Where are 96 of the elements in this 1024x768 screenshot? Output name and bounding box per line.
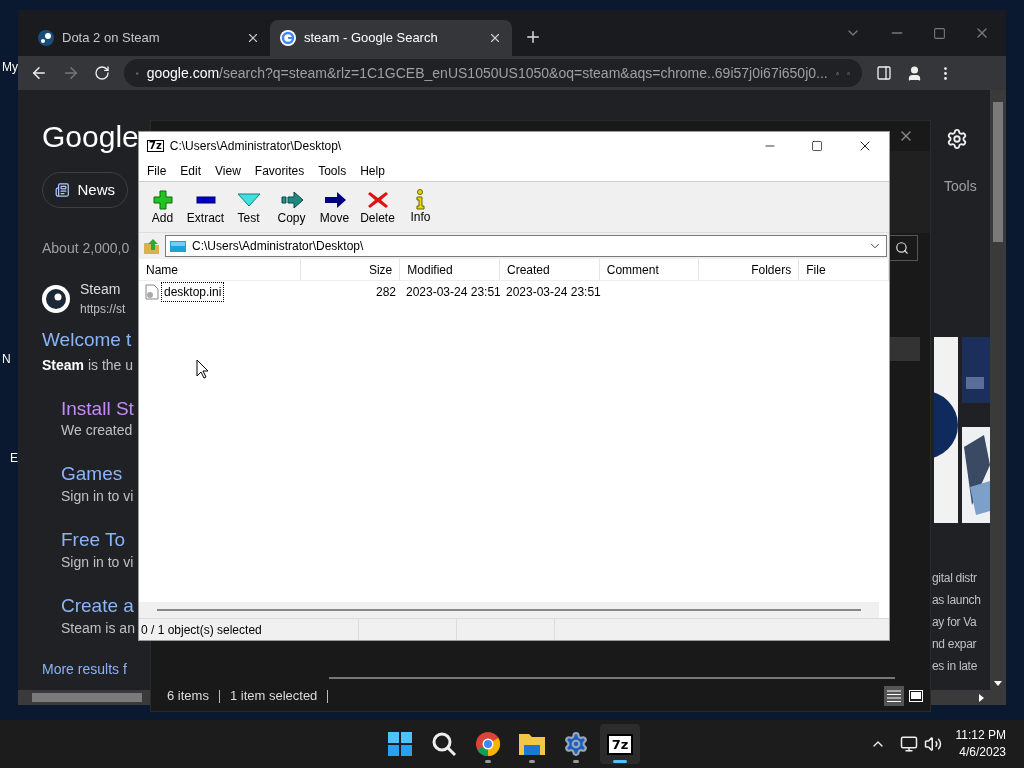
column-header[interactable]: Folders xyxy=(699,259,800,280)
toolbar-button[interactable]: Move xyxy=(315,188,354,226)
menu-item[interactable]: View xyxy=(209,161,247,180)
app-icon: 7z xyxy=(147,140,164,152)
table-cell-text: 2023-03-24 23:51 xyxy=(405,284,501,301)
tab-title: steam - Google Search xyxy=(304,29,439,48)
side-panel-icon[interactable] xyxy=(876,65,892,81)
close-icon[interactable] xyxy=(246,31,260,45)
profile-icon[interactable] xyxy=(906,64,923,82)
toolbar-button[interactable]: Extract xyxy=(186,188,225,226)
window-title: C:\Users\Administrator\Desktop\ xyxy=(169,138,342,155)
gear-icon[interactable] xyxy=(563,731,589,757)
column-header[interactable]: File xyxy=(799,259,889,280)
sitelink-description: Sign in to vi xyxy=(61,552,134,572)
column-header[interactable]: Comment xyxy=(599,259,700,280)
column-header[interactable]: Modified xyxy=(400,259,500,280)
folder-up-icon[interactable] xyxy=(143,237,161,255)
file-name[interactable]: desktop.ini xyxy=(161,282,225,302)
toolbar-button[interactable]: Test xyxy=(229,188,268,226)
drive-icon xyxy=(170,239,186,253)
browser-icon[interactable] xyxy=(475,731,501,757)
menu-item[interactable]: Tools xyxy=(312,161,353,180)
network-icon[interactable] xyxy=(899,735,918,753)
details-view-button[interactable] xyxy=(884,686,904,706)
file-icon xyxy=(145,284,159,300)
menu-item[interactable]: File xyxy=(141,161,173,180)
cursor-icon xyxy=(196,359,209,379)
scroll-right-arrow-icon[interactable] xyxy=(979,693,984,702)
browser-tab[interactable]: steam - Google Search xyxy=(270,20,512,56)
taskbar-item[interactable]: 7z xyxy=(600,724,640,764)
sitelink-description: Sign in to vi xyxy=(61,487,134,506)
desktop-icon-label: E xyxy=(10,450,18,467)
toolbar-button[interactable]: Add xyxy=(143,188,182,226)
result-snippet: Steam is the u xyxy=(42,355,134,375)
arrow-icon xyxy=(278,188,305,211)
forward-icon[interactable] xyxy=(62,64,80,82)
archive-app-icon[interactable]: 7z xyxy=(606,733,634,755)
back-icon[interactable] xyxy=(30,64,48,82)
column-header[interactable]: Created xyxy=(500,259,600,280)
windows-icon[interactable] xyxy=(387,731,413,757)
toolbar-button[interactable]: Copy xyxy=(272,188,311,226)
result-count: About 2,000,0 xyxy=(42,239,130,258)
horizontal-scrollbar[interactable] xyxy=(139,602,879,618)
maximize-icon[interactable] xyxy=(811,140,823,152)
menu-item[interactable]: Help xyxy=(354,161,391,180)
address-bar[interactable]: google.com/search?q=steam&rlz=1C1GCEB_enUS1050US1050&oq=steam&aqs=chrome..69i57j0i67i650j0... xyxy=(124,59,862,87)
sitelink-title[interactable]: Games xyxy=(61,462,123,486)
steam-icon xyxy=(42,284,70,313)
status-text: 1 item selected xyxy=(229,687,318,706)
column-header[interactable]: Size xyxy=(300,259,401,280)
description-text: as launch xyxy=(932,592,982,609)
result-title[interactable]: Welcome t xyxy=(42,326,132,355)
sitelink-title[interactable]: Free To xyxy=(61,528,126,552)
sitelink-title[interactable]: Install St xyxy=(61,396,134,421)
menu-item[interactable]: Edit xyxy=(174,161,208,180)
info-icon xyxy=(416,189,425,210)
table-cell-text: 2023-03-24 23:51 xyxy=(505,284,601,301)
folder-icon[interactable] xyxy=(518,731,546,757)
description-text: ay for Va xyxy=(932,614,978,631)
tools-button[interactable]: Tools xyxy=(944,176,990,197)
sitelink-description: Steam is an xyxy=(61,618,135,638)
description-text: es in late xyxy=(932,658,979,675)
more-results-link[interactable]: More results f xyxy=(42,658,127,680)
description-text: nd expar xyxy=(932,636,978,653)
close-icon[interactable] xyxy=(488,31,502,45)
toolbar-button[interactable]: Info xyxy=(401,189,440,225)
description-text: gital distr xyxy=(932,570,978,587)
desktop-icon-label: My xyxy=(2,59,18,76)
newspaper-icon xyxy=(55,182,70,198)
settings-icon[interactable] xyxy=(946,128,968,150)
status-text: 0 / 1 object(s) selected xyxy=(139,619,359,640)
menu-item[interactable]: Favorites xyxy=(248,161,311,180)
search-icon[interactable] xyxy=(431,731,457,757)
clock-date[interactable]: 4/6/2023 xyxy=(959,744,1006,761)
volume-icon[interactable] xyxy=(923,735,942,753)
google-logo: Google xyxy=(42,122,139,152)
column-header[interactable]: Name xyxy=(139,259,301,280)
new-tab-icon[interactable] xyxy=(524,28,542,46)
table-cell-text: 282 xyxy=(374,284,397,301)
tab-title: Dota 2 on Steam xyxy=(62,29,161,48)
result-site: Steam xyxy=(80,280,122,299)
path-field[interactable]: C:\Users\Administrator\Desktop\ xyxy=(165,235,887,257)
result-url: https://st xyxy=(80,301,126,318)
google-icon xyxy=(280,30,296,46)
vertical-scrollbar[interactable] xyxy=(990,90,1006,690)
clock-time[interactable]: 11:12 PM xyxy=(955,727,1006,744)
sitelink-title[interactable]: Create a xyxy=(61,593,134,618)
sitelink-description: We created xyxy=(61,421,133,441)
search-icon xyxy=(895,241,909,255)
reload-icon[interactable] xyxy=(94,65,110,81)
steam-icon xyxy=(38,30,54,46)
maximize-icon[interactable] xyxy=(933,26,946,40)
status-text: 6 items xyxy=(167,687,209,706)
desktop-icon-label: N xyxy=(2,351,11,368)
url-text: google.com/search?q=steam&rlz=1C1GCEB_enUS1050US1050&oq=steam&aqs=chrome..69i57j0i67i650j0... xyxy=(146,63,828,83)
toolbar-button[interactable]: Delete xyxy=(358,188,397,226)
